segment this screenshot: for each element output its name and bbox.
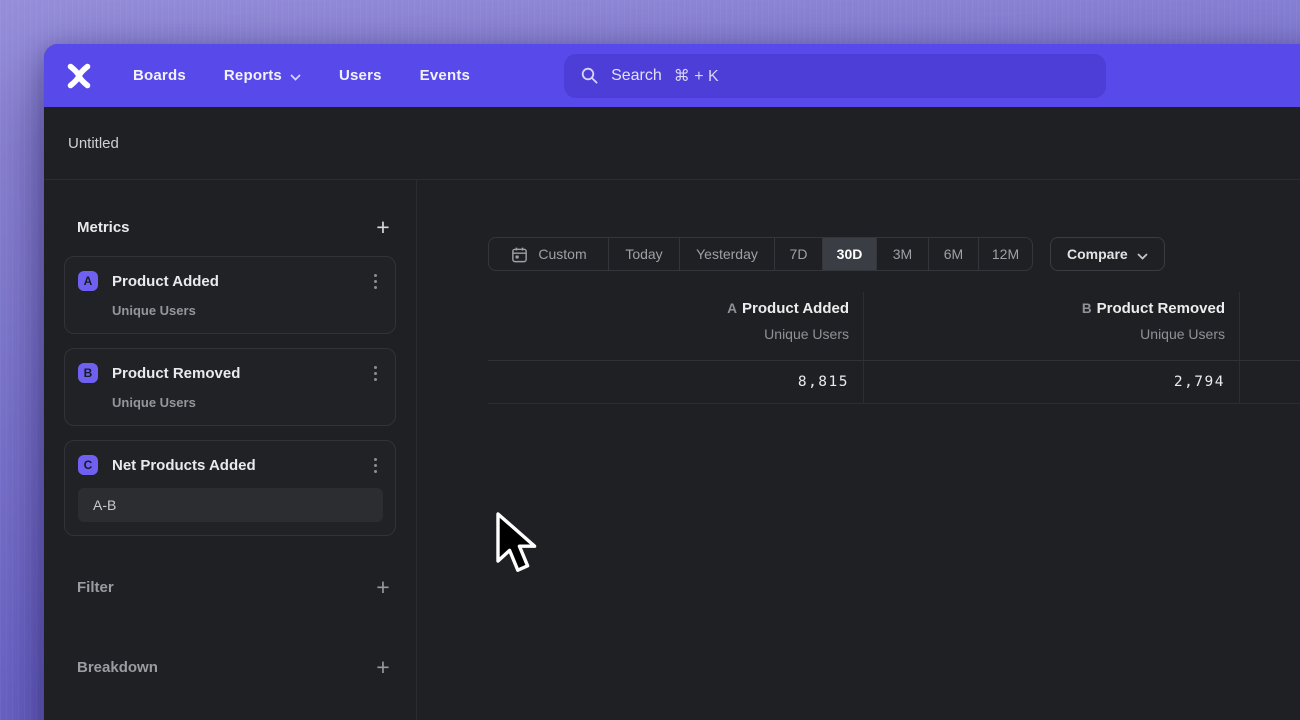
breakdown-section: Breakdown + <box>64 649 396 685</box>
query-sidebar: Metrics + A Product Added Unique Users B… <box>44 180 417 720</box>
range-custom[interactable]: Custom <box>489 238 608 270</box>
filter-section: Filter + <box>64 569 396 605</box>
nav-item-users[interactable]: Users <box>339 67 382 84</box>
value-cell-a: 8,815 <box>488 361 864 403</box>
formula-input[interactable]: A-B <box>78 488 383 522</box>
nav-item-events[interactable]: Events <box>420 67 470 84</box>
chevron-down-icon <box>290 68 301 85</box>
filter-label: Filter <box>77 579 114 596</box>
metric-title: Product Removed <box>112 365 368 382</box>
metric-card-b[interactable]: B Product Removed Unique Users <box>64 348 396 426</box>
range-3m[interactable]: 3M <box>876 238 928 270</box>
metrics-header: Metrics + <box>64 212 396 242</box>
nav-menu: Boards Reports Users Events <box>133 66 470 85</box>
metric-card-c[interactable]: C Net Products Added A-B <box>64 440 396 536</box>
add-metric-button[interactable]: + <box>370 214 396 240</box>
nav-item-reports[interactable]: Reports <box>224 66 301 85</box>
report-title[interactable]: Untitled <box>68 135 119 152</box>
column-subtitle: Unique Users <box>864 323 1225 346</box>
metric-badge-c: C <box>78 455 98 475</box>
top-nav: Boards Reports Users Events Search ⌘ + K <box>44 44 1300 107</box>
metric-value: 8,815 <box>798 374 849 390</box>
table-header-row: A Product Added Unique Users B Product Rem… <box>488 292 1300 361</box>
nav-item-label: Reports <box>224 67 282 84</box>
nav-item-boards[interactable]: Boards <box>133 67 186 84</box>
metric-card-a[interactable]: A Product Added Unique Users <box>64 256 396 334</box>
range-12m[interactable]: 12M <box>978 238 1032 270</box>
column-badge: B <box>1082 301 1092 316</box>
calendar-icon <box>510 245 529 264</box>
column-header-b: B Product Removed Unique Users <box>864 292 1240 360</box>
mixpanel-logo-icon[interactable] <box>62 59 96 93</box>
add-breakdown-button[interactable]: + <box>370 654 396 680</box>
compare-label: Compare <box>1067 246 1128 262</box>
search-shortcut: ⌘ + K <box>674 66 719 86</box>
chevron-down-icon <box>1137 247 1148 263</box>
date-range-control: Custom Today Yesterday 7D 30D 3M 6M 12M <box>488 237 1033 271</box>
column-title: Product Removed <box>1097 300 1225 317</box>
breakdown-label: Breakdown <box>77 659 158 676</box>
kebab-menu-icon[interactable] <box>368 454 383 476</box>
column-header-a: A Product Added Unique Users <box>488 292 864 360</box>
range-today[interactable]: Today <box>608 238 679 270</box>
column-header-spacer <box>1240 292 1300 360</box>
compare-button[interactable]: Compare <box>1050 237 1165 271</box>
add-filter-button[interactable]: + <box>370 574 396 600</box>
metric-badge-b: B <box>78 363 98 383</box>
value-cell-b: 2,794 <box>864 361 1240 403</box>
metric-value: 2,794 <box>1174 374 1225 390</box>
column-badge: A <box>727 301 737 316</box>
report-title-bar: Untitled <box>44 107 1300 180</box>
range-7d[interactable]: 7D <box>774 238 822 270</box>
range-yesterday[interactable]: Yesterday <box>679 238 774 270</box>
app-window: Boards Reports Users Events Search ⌘ + K… <box>44 44 1300 720</box>
column-title: Product Added <box>742 300 849 317</box>
search-input[interactable]: Search ⌘ + K <box>564 54 1106 98</box>
metric-title: Net Products Added <box>112 457 368 474</box>
column-subtitle: Unique Users <box>488 323 849 346</box>
metrics-title: Metrics <box>77 219 130 236</box>
search-placeholder: Search <box>611 67 662 85</box>
table-value-row: 8,815 2,794 <box>488 361 1300 404</box>
range-label: Custom <box>538 246 586 262</box>
results-table: A Product Added Unique Users B Product Rem… <box>488 292 1300 404</box>
metric-measure[interactable]: Unique Users <box>112 303 383 318</box>
metric-title: Product Added <box>112 273 368 290</box>
metric-measure[interactable]: Unique Users <box>112 395 383 410</box>
range-30d[interactable]: 30D <box>822 238 876 270</box>
range-6m[interactable]: 6M <box>928 238 978 270</box>
kebab-menu-icon[interactable] <box>368 362 383 384</box>
kebab-menu-icon[interactable] <box>368 270 383 292</box>
search-icon <box>580 66 599 85</box>
main-panel: Custom Today Yesterday 7D 30D 3M 6M 12M … <box>417 180 1300 720</box>
metric-badge-a: A <box>78 271 98 291</box>
value-cell-spacer <box>1240 361 1300 403</box>
date-toolbar: Custom Today Yesterday 7D 30D 3M 6M 12M … <box>488 237 1300 271</box>
